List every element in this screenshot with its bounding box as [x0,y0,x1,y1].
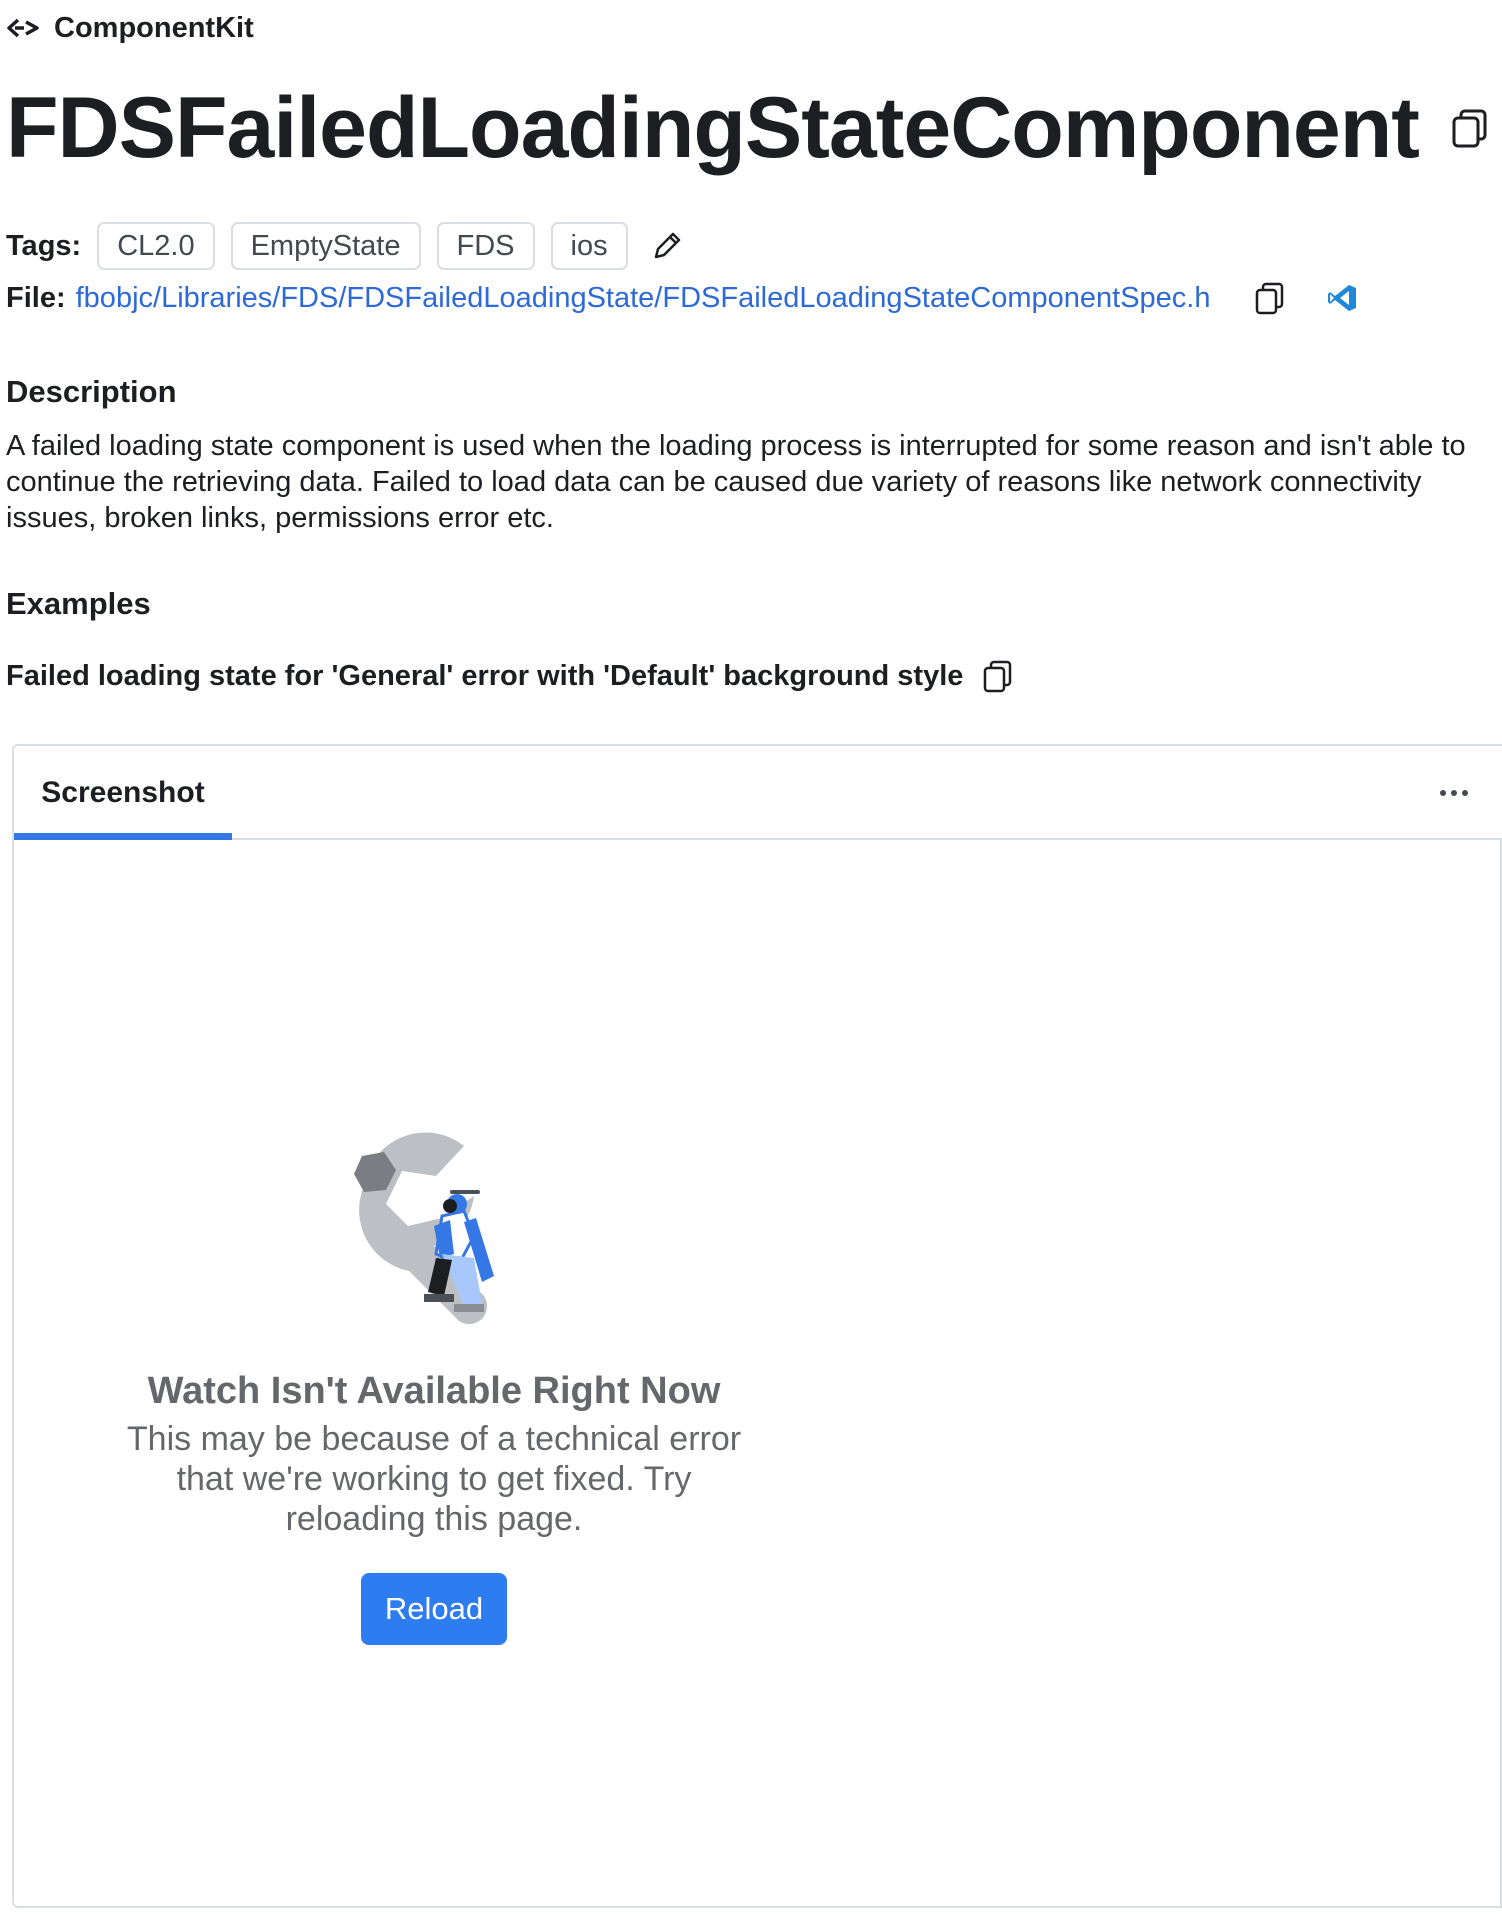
tag-chip[interactable]: ios [550,222,628,270]
example-panel: Screenshot Watch Isn't Available Right N… [12,744,1502,1908]
tab-bar: Screenshot [14,746,1502,840]
examples-heading: Examples [6,586,151,621]
copy-icon[interactable] [1449,107,1491,149]
file-path-link[interactable]: fbobjc/Libraries/FDS/FDSFailedLoadingSta… [76,282,1211,315]
description-heading: Description [6,374,177,409]
tag-chip[interactable]: EmptyState [230,222,421,270]
componentkit-logo-icon [6,16,40,40]
breadcrumb-label[interactable]: ComponentKit [54,12,254,45]
file-row: File: fbobjc/Libraries/FDS/FDSFailedLoad… [6,276,1359,320]
more-dots-icon[interactable] [1432,778,1476,808]
breadcrumb[interactable]: ComponentKit [6,10,254,46]
tags-row: Tags: CL2.0 EmptyState FDS ios [6,222,684,270]
description-text: A failed loading state component is used… [6,430,1466,534]
example-title-row: Failed loading state for 'General' error… [6,656,1015,696]
page-title-row: FDSFailedLoadingStateComponent [6,80,1491,176]
example-title: Failed loading state for 'General' error… [6,659,964,692]
tag-chip[interactable]: FDS [436,222,535,270]
page-title: FDSFailedLoadingStateComponent [6,80,1420,176]
wrench-mechanic-illustration [354,1132,494,1325]
file-label: File: [6,281,66,314]
empty-state-body: This may be because of a technical error… [126,1420,742,1538]
pencil-icon[interactable] [650,229,684,263]
active-tab-indicator [14,833,232,840]
empty-state: Watch Isn't Available Right Now This may… [114,1126,754,1645]
tab-screenshot[interactable]: Screenshot [14,746,232,840]
tag-chip[interactable]: CL2.0 [97,222,215,270]
copy-icon[interactable] [1253,281,1287,315]
vscode-icon[interactable] [1327,282,1359,314]
copy-icon[interactable] [981,659,1015,693]
empty-state-title: Watch Isn't Available Right Now [147,1370,721,1412]
tags-label: Tags: [6,229,82,262]
reload-button[interactable]: Reload [361,1573,507,1645]
